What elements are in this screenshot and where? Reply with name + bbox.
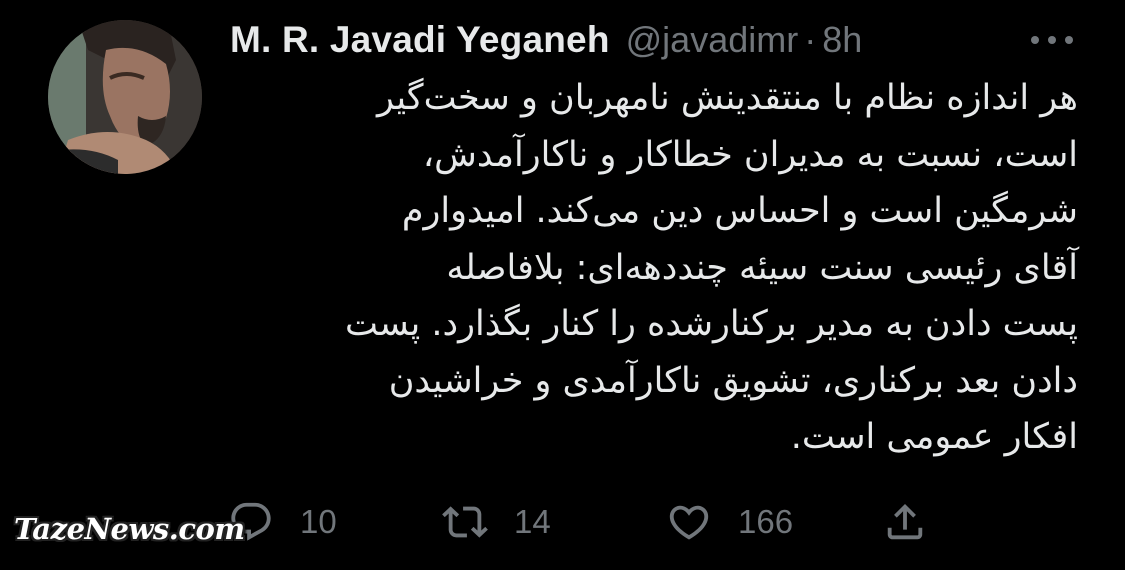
retweet-count: 14 — [514, 503, 551, 540]
reply-count: 10 — [300, 503, 337, 540]
author-display-name[interactable]: M. R. Javadi Yeganeh — [230, 19, 610, 61]
heart-icon — [669, 505, 709, 540]
share-button[interactable] — [882, 492, 928, 552]
watermark: TazeNews.com — [14, 512, 245, 546]
tweet-actions: 10 14 166 — [222, 492, 982, 552]
retweet-button[interactable]: 14 — [442, 492, 551, 552]
tweet-timestamp[interactable]: 8h — [822, 19, 862, 61]
separator-dot: · — [804, 19, 817, 60]
avatar[interactable] — [48, 20, 202, 174]
like-count: 166 — [738, 503, 794, 540]
more-button[interactable] — [1022, 20, 1082, 60]
profile-photo — [48, 20, 202, 174]
tweet-header: M. R. Javadi Yeganeh @javadimr · 8h — [230, 14, 862, 66]
share-icon — [887, 503, 923, 540]
tweet: M. R. Javadi Yeganeh @javadimr · 8h هر ا… — [0, 0, 1125, 570]
retweet-icon — [442, 506, 488, 538]
author-handle[interactable]: @javadimr — [626, 19, 799, 61]
like-button[interactable]: 166 — [666, 492, 793, 552]
tweet-text: هر اندازه نظام با منتقدینش نامهربان و سخ… — [344, 78, 1078, 457]
more-horizontal-icon — [1031, 36, 1073, 44]
